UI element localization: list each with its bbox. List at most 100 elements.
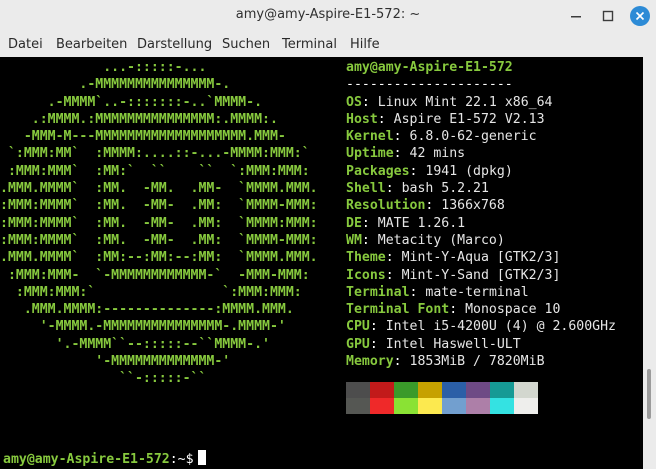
info-key: OS bbox=[346, 94, 362, 110]
logo-line: .-MMMMMMMMMMMMMMM-. bbox=[0, 77, 231, 93]
terminal-window: amy@amy-Aspire-E1-572: ~ Datei Bearbeite… bbox=[0, 0, 656, 469]
info-row: Memory: 1853MiB / 7820MiB bbox=[346, 353, 616, 370]
logo-line: '.-MMMM``--:::::--``MMMM-.' bbox=[0, 336, 270, 352]
info-value: 6.8.0-62-generic bbox=[409, 129, 537, 145]
scrollbar[interactable] bbox=[643, 57, 656, 469]
info-colon: : bbox=[385, 267, 402, 283]
logo-line: .MMM.MMMM:--------------:MMMM.MMM. bbox=[0, 302, 294, 318]
info-key: Host bbox=[346, 111, 378, 127]
minimize-icon[interactable] bbox=[566, 6, 586, 26]
menu-darstellung[interactable]: Darstellung bbox=[137, 37, 212, 52]
info-key: Memory bbox=[346, 354, 394, 370]
palette-swatch bbox=[346, 398, 370, 414]
info-value: Mint-Y-Sand [GTK2/3] bbox=[401, 267, 561, 283]
logo-line: :MMM:MMMM` :MM. -MM- .MM: `MMMM-MMM: bbox=[0, 198, 318, 214]
info-colon: : bbox=[385, 250, 402, 266]
neofetch-logo: ...-:::::-... .-MMMMMMMMMMMMMMM-. .-MMMM… bbox=[0, 59, 318, 388]
info-key: DE bbox=[346, 215, 362, 231]
info-row: Icons: Mint-Y-Sand [GTK2/3] bbox=[346, 267, 616, 284]
info-colon: : bbox=[361, 94, 378, 110]
info-row: Kernel: 6.8.0-62-generic bbox=[346, 128, 616, 145]
prompt-user-host: amy@amy-Aspire-E1-572 bbox=[3, 452, 170, 467]
info-key: Icons bbox=[346, 267, 386, 283]
logo-line: -MMM-M---MMMMMMMMMMMMMMMMMMM.MMM- bbox=[0, 129, 286, 145]
menu-terminal[interactable]: Terminal bbox=[282, 37, 337, 52]
palette-swatch bbox=[370, 398, 394, 414]
info-value: 1853MiB / 7820MiB bbox=[409, 354, 545, 370]
terminal-area[interactable]: ...-:::::-... .-MMMMMMMMMMMMMMM-. .-MMMM… bbox=[0, 57, 643, 469]
info-colon: : bbox=[361, 215, 378, 231]
info-value: mate-terminal bbox=[425, 284, 529, 300]
palette-swatch bbox=[442, 382, 466, 398]
info-value: 1941 (dpkg) bbox=[425, 163, 513, 179]
info-row: OS: Linux Mint 22.1 x86_64 bbox=[346, 94, 616, 111]
close-icon[interactable] bbox=[630, 6, 650, 26]
info-value: 42 mins bbox=[409, 146, 466, 162]
menu-suchen[interactable]: Suchen bbox=[222, 37, 270, 52]
info-colon: : bbox=[393, 129, 410, 145]
info-row: Terminal Font: Monospace 10 bbox=[346, 301, 616, 318]
info-value: 1366x768 bbox=[441, 198, 505, 214]
info-key: Shell bbox=[346, 181, 386, 197]
shell-prompt[interactable]: amy@amy-Aspire-E1-572:~$ bbox=[3, 450, 206, 468]
info-key: Packages bbox=[346, 163, 410, 179]
prompt-path: :~ bbox=[169, 452, 186, 467]
info-value: MATE 1.26.1 bbox=[377, 215, 466, 231]
info-key: GPU bbox=[346, 336, 370, 352]
info-value: Monospace 10 bbox=[465, 302, 561, 318]
scrollbar-thumb[interactable] bbox=[647, 369, 651, 419]
logo-line: '-MMMMMMMMMMMMM-' bbox=[0, 354, 231, 370]
menu-hilfe[interactable]: Hilfe bbox=[350, 37, 380, 52]
logo-line: ``-:::::-`` bbox=[0, 371, 207, 387]
info-colon: : bbox=[409, 284, 426, 300]
info-value: Metacity (Marco) bbox=[377, 232, 505, 248]
logo-line: .MMM.MMMM` :MM:--:MM:--:MM: `MMMM.MMM. bbox=[0, 250, 318, 266]
logo-line: .-MMMM`..-:::::::-..`MMMM-. bbox=[0, 94, 263, 110]
info-colon: : bbox=[377, 111, 394, 127]
palette-swatch bbox=[490, 398, 514, 414]
window-title: amy@amy-Aspire-E1-572: ~ bbox=[235, 7, 421, 22]
logo-line: .:MMMM.:MMMMMMMMMMMMMMM:.MMMM:. bbox=[0, 111, 278, 127]
info-colon: : bbox=[385, 181, 402, 197]
prompt-symbol: $ bbox=[185, 452, 194, 467]
logo-line: :MMM:MMM` :MM:` `` `` `:MMM:MMM: bbox=[0, 163, 310, 179]
palette-swatch bbox=[442, 398, 466, 414]
info-colon: : bbox=[425, 198, 442, 214]
menu-bearbeiten[interactable]: Bearbeiten bbox=[56, 37, 127, 52]
system-info: amy@amy-Aspire-E1-572 ------------------… bbox=[346, 59, 616, 370]
info-row: Resolution: 1366x768 bbox=[346, 197, 616, 214]
info-key: Theme bbox=[346, 250, 386, 266]
palette-swatch bbox=[418, 398, 442, 414]
logo-line: :MMM:MMM- `-MMMMMMMMMMMM-` -MMM-MMM: bbox=[0, 267, 310, 283]
title-bar[interactable]: amy@amy-Aspire-E1-572: ~ bbox=[0, 0, 656, 33]
logo-line: ...-:::::-... bbox=[0, 60, 207, 75]
info-row: Host: Aspire E1-572 V2.13 bbox=[346, 111, 616, 128]
info-value: bash 5.2.21 bbox=[401, 181, 489, 197]
info-key: Kernel bbox=[346, 129, 394, 145]
menu-datei[interactable]: Datei bbox=[8, 37, 43, 52]
info-key: Resolution bbox=[346, 198, 426, 214]
logo-line: `:MMM:MM` :MMMM:....::-...-MMMM:MMM:` bbox=[0, 146, 310, 162]
info-value: Linux Mint 22.1 x86_64 bbox=[377, 94, 553, 110]
info-colon: : bbox=[369, 319, 386, 335]
info-colon: : bbox=[393, 146, 410, 162]
info-value: Intel i5-4200U (4) @ 2.600GHz bbox=[385, 319, 616, 335]
logo-line: '-MMMM.-MMMMMMMMMMMMMMM-.MMMM-' bbox=[0, 319, 286, 335]
info-row: WM: Metacity (Marco) bbox=[346, 232, 616, 249]
info-colon: : bbox=[393, 354, 410, 370]
palette-swatch bbox=[490, 382, 514, 398]
user-host: amy@amy-Aspire-E1-572 bbox=[346, 60, 513, 75]
palette-swatch bbox=[514, 382, 538, 398]
info-row: DE: MATE 1.26.1 bbox=[346, 215, 616, 232]
info-row: Packages: 1941 (dpkg) bbox=[346, 163, 616, 180]
info-key: WM bbox=[346, 232, 362, 248]
info-header: amy@amy-Aspire-E1-572 bbox=[346, 59, 616, 76]
color-palette bbox=[346, 382, 538, 414]
info-key: Uptime bbox=[346, 146, 394, 162]
info-key: CPU bbox=[346, 319, 370, 335]
info-colon: : bbox=[361, 232, 378, 248]
info-key: Terminal bbox=[346, 284, 410, 300]
logo-line: :MMM:MMMM` :MM. -MM- .MM: `MMMM:MMM: bbox=[0, 215, 318, 231]
maximize-icon[interactable] bbox=[598, 6, 618, 26]
logo-line: :MMM:MMMM` :MM. -MM- .MM: `MMMM-MMM: bbox=[0, 232, 318, 248]
